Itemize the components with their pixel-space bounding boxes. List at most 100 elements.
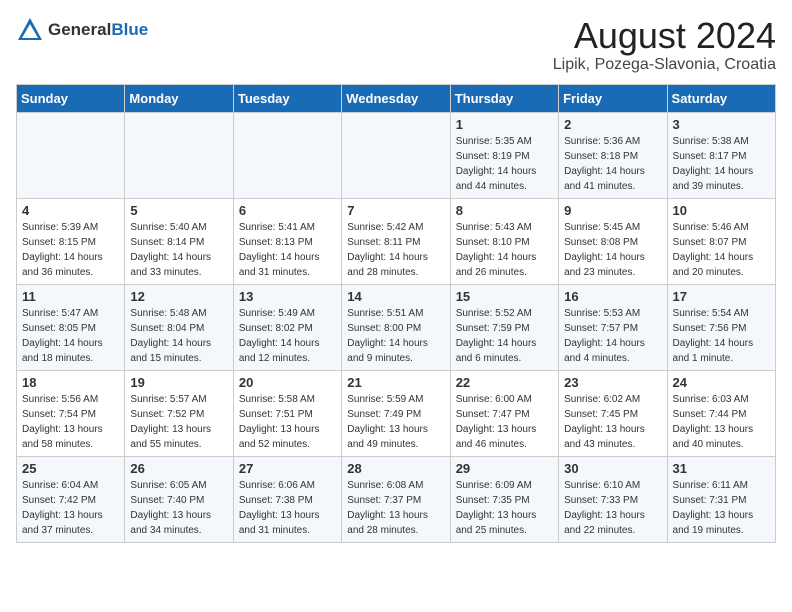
day-number: 28 [347, 461, 444, 476]
logo-blue: Blue [111, 20, 148, 39]
day-number: 4 [22, 203, 119, 218]
day-info: Sunrise: 5:40 AM Sunset: 8:14 PM Dayligh… [130, 220, 227, 280]
day-info: Sunrise: 5:36 AM Sunset: 8:18 PM Dayligh… [564, 134, 661, 194]
day-cell: 20 Sunrise: 5:58 AM Sunset: 7:51 PM Dayli… [233, 370, 341, 456]
week-row-5: 25Sunrise: 6:04 AM Sunset: 7:42 PM Dayli… [17, 456, 776, 542]
col-saturday: Saturday [667, 84, 775, 112]
logo: GeneralBlue [16, 16, 148, 44]
day-number: 17 [673, 289, 770, 304]
day-info: Sunrise: 5:58 AM Sunset: 7:51 PM Dayligh… [239, 392, 336, 452]
day-info: Sunrise: 6:10 AM Sunset: 7:33 PM Dayligh… [564, 478, 661, 538]
day-info: Sunrise: 6:06 AM Sunset: 7:38 PM Dayligh… [239, 478, 336, 538]
calendar-header: Sunday Monday Tuesday Wednesday Thursday… [17, 84, 776, 112]
day-number: 25 [22, 461, 119, 476]
day-number: 13 [239, 289, 336, 304]
day-number: 6 [239, 203, 336, 218]
day-cell: 23 Sunrise: 6:02 AM Sunset: 7:45 PM Dayli… [559, 370, 667, 456]
day-number: 26 [130, 461, 227, 476]
day-number: 27 [239, 461, 336, 476]
day-number: 20 [239, 375, 336, 390]
col-wednesday: Wednesday [342, 84, 450, 112]
col-friday: Friday [559, 84, 667, 112]
day-cell [17, 112, 125, 198]
day-number: 5 [130, 203, 227, 218]
day-cell: 13 Sunrise: 5:49 AM Sunset: 8:02 PM Dayli… [233, 284, 341, 370]
day-number: 10 [673, 203, 770, 218]
calendar-table: Sunday Monday Tuesday Wednesday Thursday… [16, 84, 776, 543]
day-cell [342, 112, 450, 198]
day-cell: 22Sunrise: 6:00 AM Sunset: 7:47 PM Dayli… [450, 370, 558, 456]
day-info: Sunrise: 5:35 AM Sunset: 8:19 PM Dayligh… [456, 134, 553, 194]
day-number: 23 [564, 375, 661, 390]
calendar-body: 1 Sunrise: 5:35 AM Sunset: 8:19 PM Daylig… [17, 112, 776, 542]
day-number: 18 [22, 375, 119, 390]
day-number: 16 [564, 289, 661, 304]
day-cell: 9Sunrise: 5:45 AM Sunset: 8:08 PM Daylig… [559, 198, 667, 284]
day-cell: 31 Sunrise: 6:11 AM Sunset: 7:31 PM Dayli… [667, 456, 775, 542]
day-cell: 21Sunrise: 5:59 AM Sunset: 7:49 PM Dayli… [342, 370, 450, 456]
day-cell: 28Sunrise: 6:08 AM Sunset: 7:37 PM Dayli… [342, 456, 450, 542]
col-tuesday: Tuesday [233, 84, 341, 112]
logo-icon [16, 16, 44, 44]
day-cell: 24 Sunrise: 6:03 AM Sunset: 7:44 PM Dayli… [667, 370, 775, 456]
month-title: August 2024 [553, 16, 776, 56]
day-cell: 4 Sunrise: 5:39 AM Sunset: 8:15 PM Daylig… [17, 198, 125, 284]
day-info: Sunrise: 5:49 AM Sunset: 8:02 PM Dayligh… [239, 306, 336, 366]
day-number: 29 [456, 461, 553, 476]
day-info: Sunrise: 5:42 AM Sunset: 8:11 PM Dayligh… [347, 220, 444, 280]
day-cell: 19Sunrise: 5:57 AM Sunset: 7:52 PM Dayli… [125, 370, 233, 456]
day-info: Sunrise: 6:03 AM Sunset: 7:44 PM Dayligh… [673, 392, 770, 452]
day-cell [125, 112, 233, 198]
day-cell: 8Sunrise: 5:43 AM Sunset: 8:10 PM Daylig… [450, 198, 558, 284]
day-info: Sunrise: 5:51 AM Sunset: 8:00 PM Dayligh… [347, 306, 444, 366]
day-cell: 12 Sunrise: 5:48 AM Sunset: 8:04 PM Dayli… [125, 284, 233, 370]
day-info: Sunrise: 5:59 AM Sunset: 7:49 PM Dayligh… [347, 392, 444, 452]
day-cell: 16 Sunrise: 5:53 AM Sunset: 7:57 PM Dayli… [559, 284, 667, 370]
day-info: Sunrise: 5:53 AM Sunset: 7:57 PM Dayligh… [564, 306, 661, 366]
day-info: Sunrise: 6:09 AM Sunset: 7:35 PM Dayligh… [456, 478, 553, 538]
logo-general: General [48, 20, 111, 39]
week-row-2: 4 Sunrise: 5:39 AM Sunset: 8:15 PM Daylig… [17, 198, 776, 284]
day-info: Sunrise: 5:43 AM Sunset: 8:10 PM Dayligh… [456, 220, 553, 280]
day-number: 1 [456, 117, 553, 132]
day-info: Sunrise: 5:52 AM Sunset: 7:59 PM Dayligh… [456, 306, 553, 366]
day-cell: 14Sunrise: 5:51 AM Sunset: 8:00 PM Dayli… [342, 284, 450, 370]
day-number: 19 [130, 375, 227, 390]
day-info: Sunrise: 5:48 AM Sunset: 8:04 PM Dayligh… [130, 306, 227, 366]
day-cell: 29 Sunrise: 6:09 AM Sunset: 7:35 PM Dayli… [450, 456, 558, 542]
day-info: Sunrise: 6:05 AM Sunset: 7:40 PM Dayligh… [130, 478, 227, 538]
location-title: Lipik, Pozega-Slavonia, Croatia [553, 56, 776, 74]
day-info: Sunrise: 5:38 AM Sunset: 8:17 PM Dayligh… [673, 134, 770, 194]
header-row: Sunday Monday Tuesday Wednesday Thursday… [17, 84, 776, 112]
day-cell: 5 Sunrise: 5:40 AM Sunset: 8:14 PM Daylig… [125, 198, 233, 284]
day-number: 11 [22, 289, 119, 304]
day-cell: 15Sunrise: 5:52 AM Sunset: 7:59 PM Dayli… [450, 284, 558, 370]
day-cell: 30 Sunrise: 6:10 AM Sunset: 7:33 PM Dayli… [559, 456, 667, 542]
col-sunday: Sunday [17, 84, 125, 112]
day-cell: 6 Sunrise: 5:41 AM Sunset: 8:13 PM Daylig… [233, 198, 341, 284]
day-info: Sunrise: 5:47 AM Sunset: 8:05 PM Dayligh… [22, 306, 119, 366]
week-row-1: 1 Sunrise: 5:35 AM Sunset: 8:19 PM Daylig… [17, 112, 776, 198]
day-info: Sunrise: 5:56 AM Sunset: 7:54 PM Dayligh… [22, 392, 119, 452]
week-row-3: 11 Sunrise: 5:47 AM Sunset: 8:05 PM Dayli… [17, 284, 776, 370]
day-number: 12 [130, 289, 227, 304]
day-cell: 7 Sunrise: 5:42 AM Sunset: 8:11 PM Daylig… [342, 198, 450, 284]
day-cell: 3Sunrise: 5:38 AM Sunset: 8:17 PM Daylig… [667, 112, 775, 198]
col-monday: Monday [125, 84, 233, 112]
day-cell: 25Sunrise: 6:04 AM Sunset: 7:42 PM Dayli… [17, 456, 125, 542]
day-number: 24 [673, 375, 770, 390]
day-info: Sunrise: 5:39 AM Sunset: 8:15 PM Dayligh… [22, 220, 119, 280]
day-cell: 26 Sunrise: 6:05 AM Sunset: 7:40 PM Dayli… [125, 456, 233, 542]
day-number: 7 [347, 203, 444, 218]
day-info: Sunrise: 6:11 AM Sunset: 7:31 PM Dayligh… [673, 478, 770, 538]
day-number: 2 [564, 117, 661, 132]
title-block: August 2024 Lipik, Pozega-Slavonia, Croa… [553, 16, 776, 74]
day-info: Sunrise: 6:02 AM Sunset: 7:45 PM Dayligh… [564, 392, 661, 452]
day-cell: 17Sunrise: 5:54 AM Sunset: 7:56 PM Dayli… [667, 284, 775, 370]
day-number: 31 [673, 461, 770, 476]
day-cell: 10Sunrise: 5:46 AM Sunset: 8:07 PM Dayli… [667, 198, 775, 284]
day-number: 30 [564, 461, 661, 476]
day-cell: 2 Sunrise: 5:36 AM Sunset: 8:18 PM Daylig… [559, 112, 667, 198]
day-info: Sunrise: 5:41 AM Sunset: 8:13 PM Dayligh… [239, 220, 336, 280]
day-number: 9 [564, 203, 661, 218]
